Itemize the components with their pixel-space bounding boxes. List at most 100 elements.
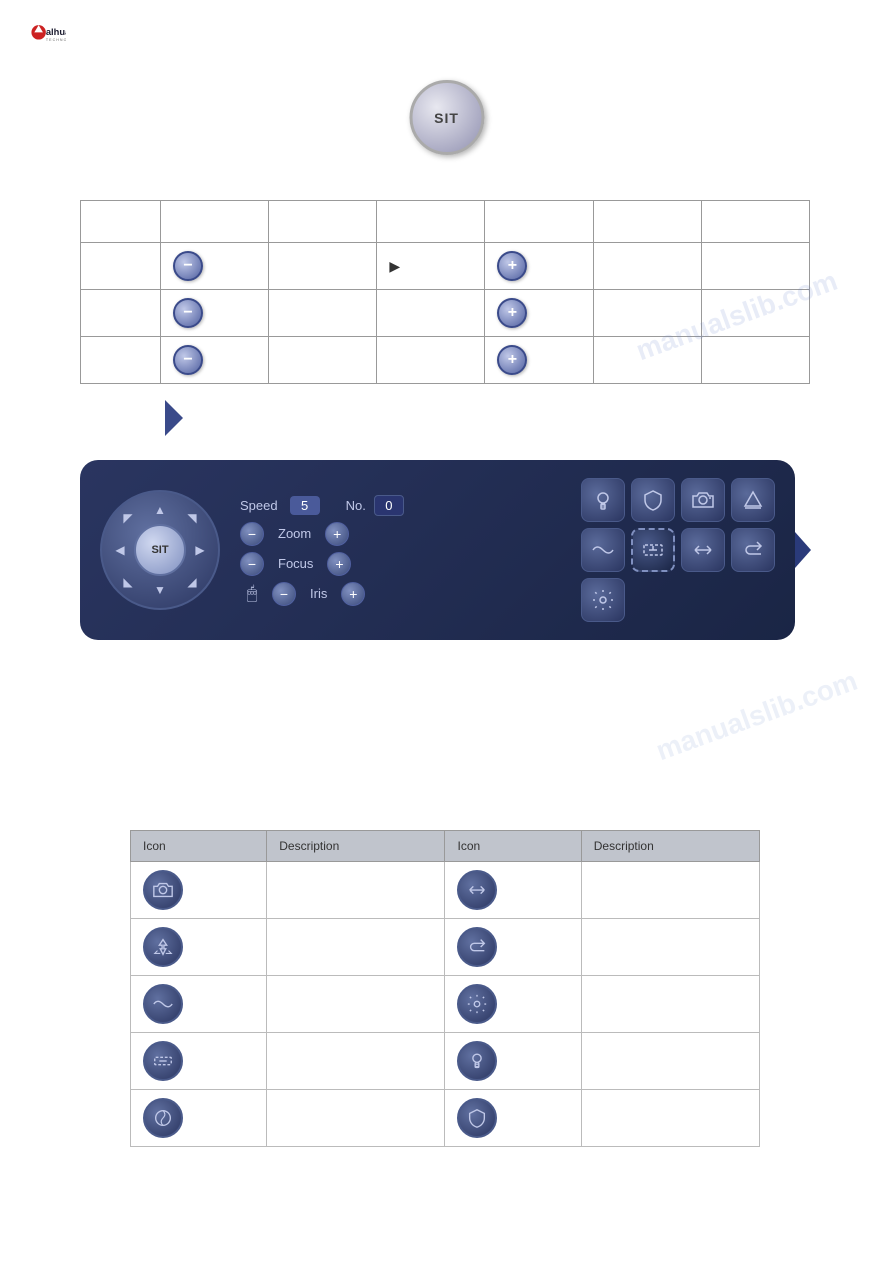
table2-h2: Description [267,831,445,862]
table1-r1c4: ▶ [377,243,485,290]
arrow-down[interactable]: ▼ [148,578,172,602]
t2-icon-return [445,919,581,976]
arrow-upright[interactable]: ◥ [180,506,204,530]
arrow-marker [165,400,183,436]
plus-btn-r2[interactable]: + [497,298,527,328]
minus-btn-r3[interactable]: − [173,345,203,375]
zoom-plus[interactable]: + [325,522,349,546]
table1-r2c6 [593,290,701,337]
table2-h3: Icon [445,831,581,862]
table1-header-2 [161,201,269,243]
t2-desc-wiper [267,1033,445,1090]
joystick-outer[interactable]: ◤ ◥ ◣ ◢ ▲ ▼ ◀ ▶ SIT [100,490,220,610]
wave-icon [143,984,183,1024]
minus-btn-r1[interactable]: − [173,251,203,281]
plus-btn-r1[interactable]: + [497,251,527,281]
speed-value: 5 [290,496,320,515]
grid-btn-return[interactable] [731,528,775,572]
table1-r1c2[interactable]: − [161,243,269,290]
zoom-label: Zoom [278,526,311,541]
flip-icon [457,870,497,910]
grid-btn-bulb[interactable] [581,478,625,522]
table1-r3c3 [269,337,377,384]
watermark2: manualslib.com [652,665,862,767]
joystick[interactable]: ◤ ◥ ◣ ◢ ▲ ▼ ◀ ▶ SIT [100,490,220,610]
table1-r3c5[interactable]: + [485,337,593,384]
iris-plus[interactable]: + [341,582,365,606]
table1-header-4 [377,201,485,243]
sit-btn-large[interactable]: SIT [409,80,484,155]
table1-r3c2[interactable]: − [161,337,269,384]
arrow-upleft[interactable]: ◤ [116,506,140,530]
table1-r2c5[interactable]: + [485,290,593,337]
t2-desc-bulb [581,1033,759,1090]
table1-r2c7 [701,290,809,337]
speed-label: Speed [240,498,278,513]
table1-r1c5[interactable]: + [485,243,593,290]
ptz-panel: ◤ ◥ ◣ ◢ ▲ ▼ ◀ ▶ SIT Speed 5 No. 0 − Zoom [80,460,795,640]
arrow-downleft[interactable]: ◣ [116,570,140,594]
table2: Icon Description Icon Description [130,830,760,1147]
table1-r2c3 [269,290,377,337]
table1-r2c4 [377,290,485,337]
table-row [131,919,760,976]
panel-side-arrow[interactable] [795,532,811,568]
speed-row: Speed 5 No. 0 [240,495,404,516]
iris-minus[interactable]: − [272,582,296,606]
t2-desc-flip [581,862,759,919]
table1-header-5 [485,201,593,243]
table1-r3c4 [377,337,485,384]
controls-area: Speed 5 No. 0 − Zoom + − Focus + 🖱 − Iri… [240,495,404,606]
minus-btn-r2[interactable]: − [173,298,203,328]
t2-icon-flip [445,862,581,919]
grid-btn-flip[interactable] [681,528,725,572]
table1-header-7 [701,201,809,243]
joystick-sit-btn[interactable]: SIT [134,524,186,576]
table1: − ▶ + − + − + [80,200,810,384]
grid-btn-camera[interactable] [681,478,725,522]
grid-btn-triangle[interactable] [731,478,775,522]
focus-label: Focus [278,556,313,571]
sit-button-top[interactable]: SIT [409,80,484,155]
t2-icon-recycle [131,919,267,976]
arrow-downright[interactable]: ◢ [180,570,204,594]
grid-btn-wave[interactable] [581,528,625,572]
table1-r1c3 [269,243,377,290]
t2-icon-gear [445,976,581,1033]
t2-icon-bulb [445,1033,581,1090]
table-row [131,1090,760,1147]
table1-r1c6 [593,243,701,290]
return-icon [457,927,497,967]
arrow-left[interactable]: ◀ [108,538,132,562]
table1-header-3 [269,201,377,243]
arrow-up[interactable]: ▲ [148,498,172,522]
recycle-icon [143,927,183,967]
table1-header-1 [81,201,161,243]
zoom-minus[interactable]: − [240,522,264,546]
grid-btn-shield[interactable] [631,478,675,522]
table1-r3c7 [701,337,809,384]
grid-btn-gear[interactable] [581,578,625,622]
grid-btn-dashed[interactable] [631,528,675,572]
svg-text:TECHNOLOGY: TECHNOLOGY [46,38,66,42]
arrow-right[interactable]: ▶ [188,538,212,562]
t2-icon-wave [131,976,267,1033]
focus-row: − Focus + [240,552,404,576]
table1-header-6 [593,201,701,243]
wiper-icon [143,1041,183,1081]
table1-r2c2[interactable]: − [161,290,269,337]
table1-r1c7 [701,243,809,290]
camera-icon [143,870,183,910]
table1-r2c1 [81,290,161,337]
joystick-sit-label: SIT [151,544,168,556]
table-row [131,976,760,1033]
mouse-icon: 🖱 [240,582,264,606]
table1-r3c6 [593,337,701,384]
focus-minus[interactable]: − [240,552,264,576]
iris-row: 🖱 − Iris + [240,582,404,606]
t2-icon-wiper [131,1033,267,1090]
bulb-icon [457,1041,497,1081]
focus-plus[interactable]: + [327,552,351,576]
plus-btn-r3[interactable]: + [497,345,527,375]
t2-icon-camera [131,862,267,919]
